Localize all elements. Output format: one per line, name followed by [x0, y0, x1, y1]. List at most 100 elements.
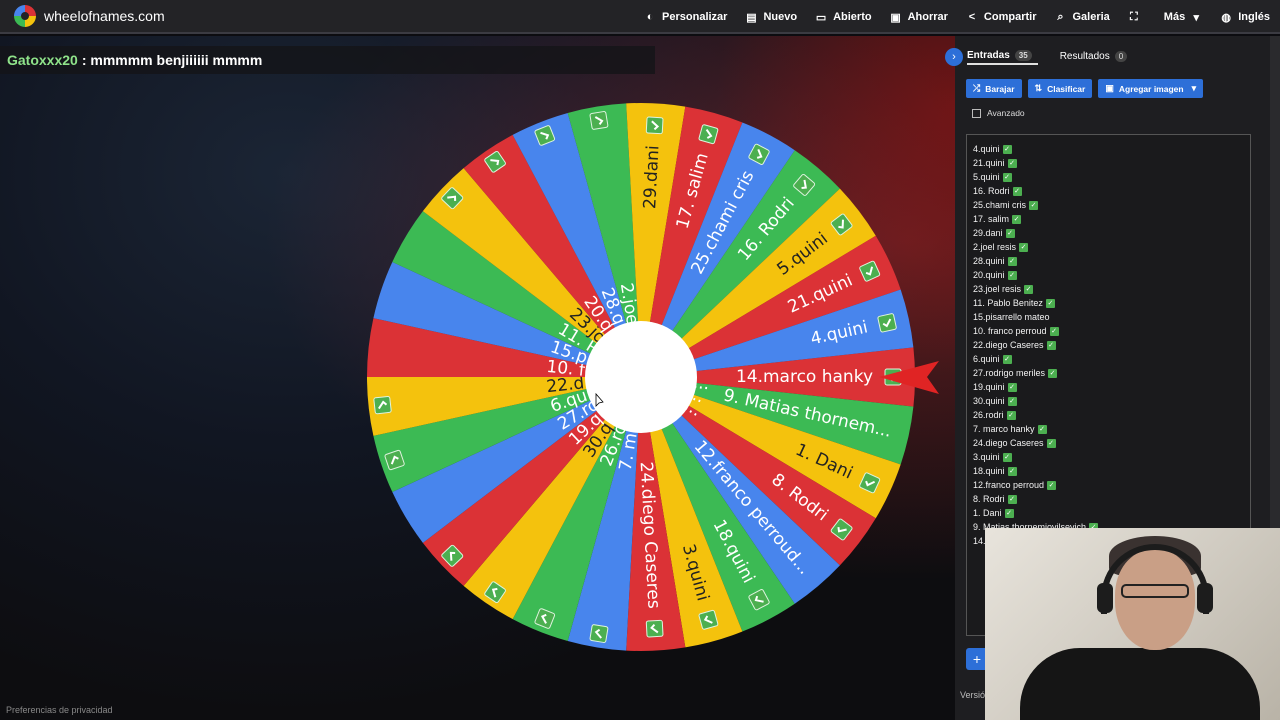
entry-line: 2.joel resis ✓	[973, 240, 1250, 254]
main-nav: ◐ Personalizar ▤ Nuevo ▭ Abierto ▣ Ahorrar < Comp…	[626, 0, 1270, 34]
wheel[interactable]: 14.marco hanky9. Matias thornem...1. Dan…	[0, 36, 955, 720]
tab-results[interactable]: Resultados 0	[1060, 50, 1128, 64]
checkmark-icon	[589, 624, 609, 643]
version-label: Versió	[960, 690, 986, 700]
privacy-preferences-link[interactable]: Preferencias de privacidad	[6, 705, 113, 715]
entry-line: 5.quini ✓	[973, 170, 1250, 184]
checkmark-icon: ✓	[1049, 327, 1059, 337]
entry-text: 28.quini	[973, 256, 1005, 266]
nav-item-7[interactable]: Más ▾	[1164, 11, 1202, 24]
entry-line: 4.quini ✓	[973, 142, 1250, 156]
entry-line: 7. marco hanky ✓	[973, 422, 1250, 436]
entry-text: 5.quini	[973, 172, 1000, 182]
entry-line: 19.quini ✓	[973, 380, 1250, 394]
advanced-toggle[interactable]: Avanzado	[972, 108, 1025, 118]
entry-text: 22.diego Caseres	[973, 340, 1044, 350]
nav-item-8[interactable]: ◍ Inglés	[1220, 11, 1270, 24]
entry-text: 30.quini	[973, 396, 1005, 406]
checkmark-icon: ✓	[1019, 243, 1029, 253]
nav-item-label: Nuevo	[763, 11, 798, 23]
nav-item-6[interactable]: ⛶	[1128, 11, 1146, 24]
sort-label: Clasificar	[1047, 83, 1086, 94]
nav-item-label: Personalizar	[662, 11, 728, 23]
entry-line: 16. Rodri ✓	[973, 184, 1250, 198]
entry-line: 1. Dani ✓	[973, 506, 1250, 520]
checkmark-icon: ✓	[1005, 229, 1015, 239]
checkmark-icon: ✓	[1012, 215, 1022, 225]
nav-item-label: Más	[1163, 11, 1186, 23]
site-name: wheelofnames.com	[44, 8, 165, 24]
wheel-segment-label: 29.dani	[640, 145, 663, 210]
shuffle-button[interactable]: ⤮ Barajar	[966, 79, 1022, 98]
panel-tabs: › Entradas 35 Resultados 0	[945, 46, 1260, 68]
entry-text: 18.quini	[973, 466, 1005, 476]
nav-item-label: Abierto	[833, 11, 872, 23]
shuffle-label: Barajar	[985, 83, 1015, 94]
image-icon: ▣	[1105, 83, 1114, 93]
nav-item-label: Ahorrar	[907, 11, 948, 23]
entry-line: 23.joel resis ✓	[973, 282, 1250, 296]
nav-item-0[interactable]: ◐ Personalizar	[644, 11, 728, 23]
checkmark-icon	[698, 124, 719, 145]
advanced-checkbox[interactable]	[972, 108, 981, 118]
entry-text: 10. franco perroud	[973, 326, 1047, 336]
wheel-center-hub[interactable]	[585, 321, 697, 433]
checkmark-icon: ✓	[1046, 341, 1056, 351]
nav-item-3[interactable]: ▣ Ahorrar	[890, 11, 948, 24]
entry-line: 20.quini ✓	[973, 268, 1250, 282]
share-icon: <	[968, 11, 976, 23]
checkmark-icon	[373, 395, 392, 415]
entries-count-badge: 35	[1014, 49, 1032, 61]
entry-line: 8. Rodri ✓	[973, 492, 1250, 506]
checkmark-icon: ✓	[1012, 187, 1022, 197]
wheel-segment-label: 14.marco hanky	[736, 367, 873, 387]
folder-open-icon: ▭	[815, 11, 827, 24]
webcam-overlay	[985, 528, 1280, 720]
checkmark-icon: ✓	[1002, 173, 1012, 183]
checkmark-icon: ✓	[1037, 425, 1047, 435]
entry-line: 12.franco perroud ✓	[973, 478, 1250, 492]
entry-text: 21.quini	[973, 158, 1005, 168]
brand-link[interactable]: wheelofnames.com	[14, 5, 165, 27]
sort-button[interactable]: ⇅ Clasificar	[1027, 79, 1093, 98]
entry-text: 19.quini	[973, 382, 1005, 392]
entry-text: 4.quini	[973, 144, 1000, 154]
save-icon: ▣	[890, 11, 901, 24]
entry-text: 12.franco perroud	[973, 480, 1045, 490]
checkmark-icon	[645, 116, 664, 135]
entry-line: 28.quini ✓	[973, 254, 1250, 268]
checkmark-icon: ✓	[1007, 397, 1017, 407]
checkmark-icon: ✓	[1047, 481, 1057, 491]
entry-text: 24.diego Caseres	[973, 438, 1044, 448]
checkmark-icon	[698, 609, 719, 630]
checkmark-icon	[645, 619, 664, 638]
entry-line: 10. franco perroud ✓	[973, 324, 1250, 338]
tab-entries[interactable]: Entradas 35	[967, 49, 1038, 65]
nav-item-5[interactable]: ⌕ Galeria	[1054, 11, 1109, 24]
entry-text: 26.rodri	[973, 410, 1004, 420]
checkmark-icon: ✓	[1002, 355, 1012, 365]
entry-text: 3.quini	[973, 452, 1000, 462]
checkmark-icon: ✓	[1007, 271, 1017, 281]
checkmark-icon: ✓	[1029, 201, 1039, 211]
entry-text: 11. Pablo Benitez	[973, 298, 1043, 308]
nav-item-1[interactable]: ▤ Nuevo	[745, 11, 797, 24]
entry-line: 29.dani ✓	[973, 226, 1250, 240]
checkmark-icon: ✓	[1045, 299, 1055, 309]
checkmark-icon: ✓	[1024, 285, 1034, 295]
nav-item-4[interactable]: < Compartir	[966, 11, 1037, 23]
wheel-logo-icon	[14, 5, 36, 27]
entries-toolbar: ⤮ Barajar ⇅ Clasificar ▣ Agregar imagen ▾	[966, 79, 1204, 98]
nav-item-2[interactable]: ▭ Abierto	[815, 11, 872, 24]
add-image-button[interactable]: ▣ Agregar imagen ▾	[1098, 79, 1204, 98]
checkmark-icon	[589, 111, 609, 130]
checkmark-icon: ✓	[1007, 257, 1017, 267]
checkmark-icon: ✓	[1048, 369, 1058, 379]
chevron-down-icon: ▾	[1191, 83, 1197, 93]
advanced-label: Avanzado	[987, 108, 1025, 118]
collapse-panel-icon[interactable]: ›	[945, 48, 963, 66]
entry-line: 21.quini ✓	[973, 156, 1250, 170]
new-file-icon: ▤	[746, 11, 757, 24]
chevron-down-icon: ▾	[1193, 11, 1199, 24]
entry-line: 27.rodrigo meriles ✓	[973, 366, 1250, 380]
